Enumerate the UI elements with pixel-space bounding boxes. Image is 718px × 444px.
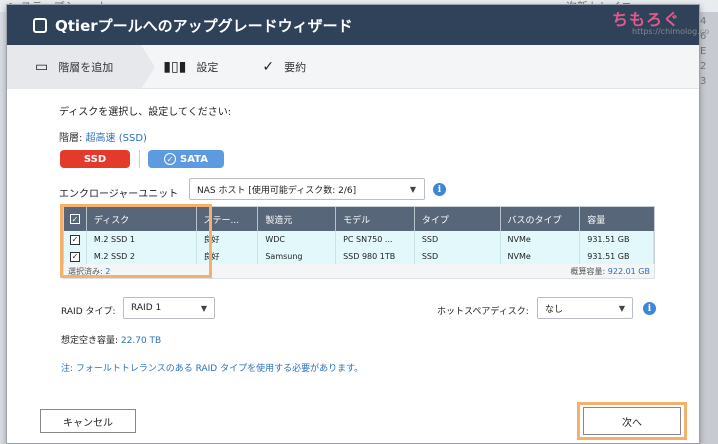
cell-disk: M.2 SSD 2 xyxy=(87,248,197,265)
selected-count: 選択済み: 2 xyxy=(68,266,110,277)
raid-note: 注: フォールトトレランスのある RAID タイプを使用する必要があります。 xyxy=(61,364,364,374)
check-icon: ✓ xyxy=(164,153,177,165)
step-label: 設定 xyxy=(196,60,219,74)
estimated-capacity-value: 922.01 GB xyxy=(607,266,650,276)
checkbox-checked-icon: ✓ xyxy=(69,214,80,224)
selected-value: 2 xyxy=(105,266,111,276)
column-header-type[interactable]: タイプ xyxy=(415,207,501,231)
settings-icon: ▮▯▮ xyxy=(163,58,187,75)
column-header-disk[interactable]: ディスク xyxy=(87,207,197,231)
enclosure-value: NAS ホスト [使用可能ディスク数: 2/6] xyxy=(197,185,357,196)
column-header-model[interactable]: モデル xyxy=(336,207,415,231)
drive-icon: ▭ xyxy=(35,58,49,75)
table-row[interactable]: ✓ M.2 SSD 1 良好 WDC PC SN750 ... SSD NVMe… xyxy=(64,231,654,248)
column-header-status[interactable]: ステー... xyxy=(197,207,259,231)
column-header-capacity[interactable]: 容量 xyxy=(580,207,654,231)
raid-type-label: RAID タイプ: xyxy=(61,307,116,317)
storage-pool-icon xyxy=(33,17,47,33)
cell-manufacturer: Samsung xyxy=(258,248,337,265)
sata-tier-label: SATA xyxy=(180,153,208,165)
info-icon[interactable]: i xyxy=(433,183,446,196)
tier-value: 超高速 (SSD) xyxy=(85,133,147,144)
cell-bus-type: NVMe xyxy=(501,248,581,265)
row-checkbox[interactable]: ✓ xyxy=(64,231,87,248)
step-label: 要約 xyxy=(284,60,307,74)
sata-tier-button[interactable]: ✓ SATA xyxy=(148,150,224,168)
upgrade-wizard-dialog: Qtierプールへのアップグレードウィザード ▭ 階層を追加 ▮▯▮ 設定 ✓ … xyxy=(6,4,700,444)
dialog-title: Qtierプールへのアップグレードウィザード xyxy=(55,16,353,35)
tier-label: 階層: 超高速 (SSD) xyxy=(59,129,147,144)
disk-table: ✓ ディスク ステー... 製造元 モデル タイプ バスのタイプ 容量 ✓ M.… xyxy=(63,206,655,265)
selected-label: 選択済み: xyxy=(68,266,103,276)
cell-type: SSD xyxy=(415,231,501,248)
cell-type: SSD xyxy=(415,248,501,265)
enclosure-label: エンクロージャーユニット xyxy=(59,189,179,200)
hot-spare-label: ホットスペアディスク: xyxy=(437,307,529,317)
ssd-tier-button[interactable]: SSD xyxy=(60,150,130,168)
tier-label-text: 階層: xyxy=(59,133,83,144)
check-circle-icon: ✓ xyxy=(262,58,275,75)
step-label: 階層を追加 xyxy=(58,60,114,74)
cell-manufacturer: WDC xyxy=(258,231,337,248)
raid-type-select[interactable]: RAID 1 ▼ xyxy=(123,297,215,319)
table-footer: 選択済み: 2 概算容量: 922.01 GB xyxy=(63,264,655,279)
chevron-down-icon: ▼ xyxy=(200,303,207,313)
hot-spare-value: なし xyxy=(545,304,564,315)
step-add-tier[interactable]: ▭ 階層を追加 xyxy=(7,44,156,89)
estimated-free-capacity: 想定空き容量: 22.70 TB xyxy=(61,333,161,346)
checkbox-checked-icon: ✓ xyxy=(69,251,80,262)
watermark-url: https://chimolog.co xyxy=(632,27,710,36)
background-right-panel: 4 6 E 2 3 xyxy=(698,12,718,444)
cell-bus-type: NVMe xyxy=(501,231,581,248)
table-row[interactable]: ✓ M.2 SSD 2 良好 Samsung SSD 980 1TB SSD N… xyxy=(64,248,654,265)
cell-model: PC SN750 ... xyxy=(336,231,415,248)
chevron-down-icon: ▼ xyxy=(618,303,625,313)
cell-model: SSD 980 1TB xyxy=(336,248,415,265)
background-right-item: E xyxy=(700,46,707,57)
estimated-capacity: 概算容量: 922.01 GB xyxy=(571,266,650,277)
chevron-down-icon: ▼ xyxy=(409,184,416,194)
info-icon[interactable]: i xyxy=(643,302,656,315)
dialog-titlebar: Qtierプールへのアップグレードウィザード xyxy=(7,5,699,45)
background-right-item: 4 xyxy=(700,16,707,27)
estimated-capacity-label: 概算容量: xyxy=(570,266,606,276)
enclosure-select[interactable]: NAS ホスト [使用可能ディスク数: 2/6] ▼ xyxy=(189,178,425,200)
step-summary[interactable]: ✓ 要約 xyxy=(240,45,328,89)
cell-capacity: 931.51 GB xyxy=(580,248,654,265)
row-checkbox[interactable]: ✓ xyxy=(64,248,87,265)
column-header-bus-type[interactable]: バスのタイプ xyxy=(501,207,581,231)
cell-status: 良好 xyxy=(197,248,259,265)
ssd-tier-label: SSD xyxy=(83,153,107,165)
cell-status: 良好 xyxy=(197,231,259,248)
capacity-label: 想定空き容量: xyxy=(61,336,119,346)
instruction-heading: ディスクを選択し、設定してください: xyxy=(59,107,232,118)
wizard-content: ディスクを選択し、設定してください: 階層: 超高速 (SSD) SSD ✓ S… xyxy=(7,89,699,443)
step-settings[interactable]: ▮▯▮ 設定 xyxy=(141,45,240,89)
table-header: ✓ ディスク ステー... 製造元 モデル タイプ バスのタイプ 容量 xyxy=(64,207,654,231)
cell-capacity: 931.51 GB xyxy=(580,231,654,248)
capacity-value: 22.70 TB xyxy=(120,336,162,346)
select-all-checkbox[interactable]: ✓ xyxy=(64,207,87,231)
background-right-item: 2 xyxy=(700,61,707,72)
background-right-item: 3 xyxy=(700,76,707,87)
cell-disk: M.2 SSD 1 xyxy=(87,231,197,248)
raid-type-value: RAID 1 xyxy=(131,303,162,313)
cancel-button[interactable]: キャンセル xyxy=(40,409,136,433)
checkbox-checked-icon: ✓ xyxy=(69,234,80,245)
column-header-manufacturer[interactable]: 製造元 xyxy=(258,207,337,231)
next-button[interactable]: 次へ xyxy=(583,407,681,435)
wizard-steps: ▭ 階層を追加 ▮▯▮ 設定 ✓ 要約 xyxy=(7,44,699,89)
hot-spare-select[interactable]: なし ▼ xyxy=(537,297,633,319)
tier-divider xyxy=(139,150,140,168)
